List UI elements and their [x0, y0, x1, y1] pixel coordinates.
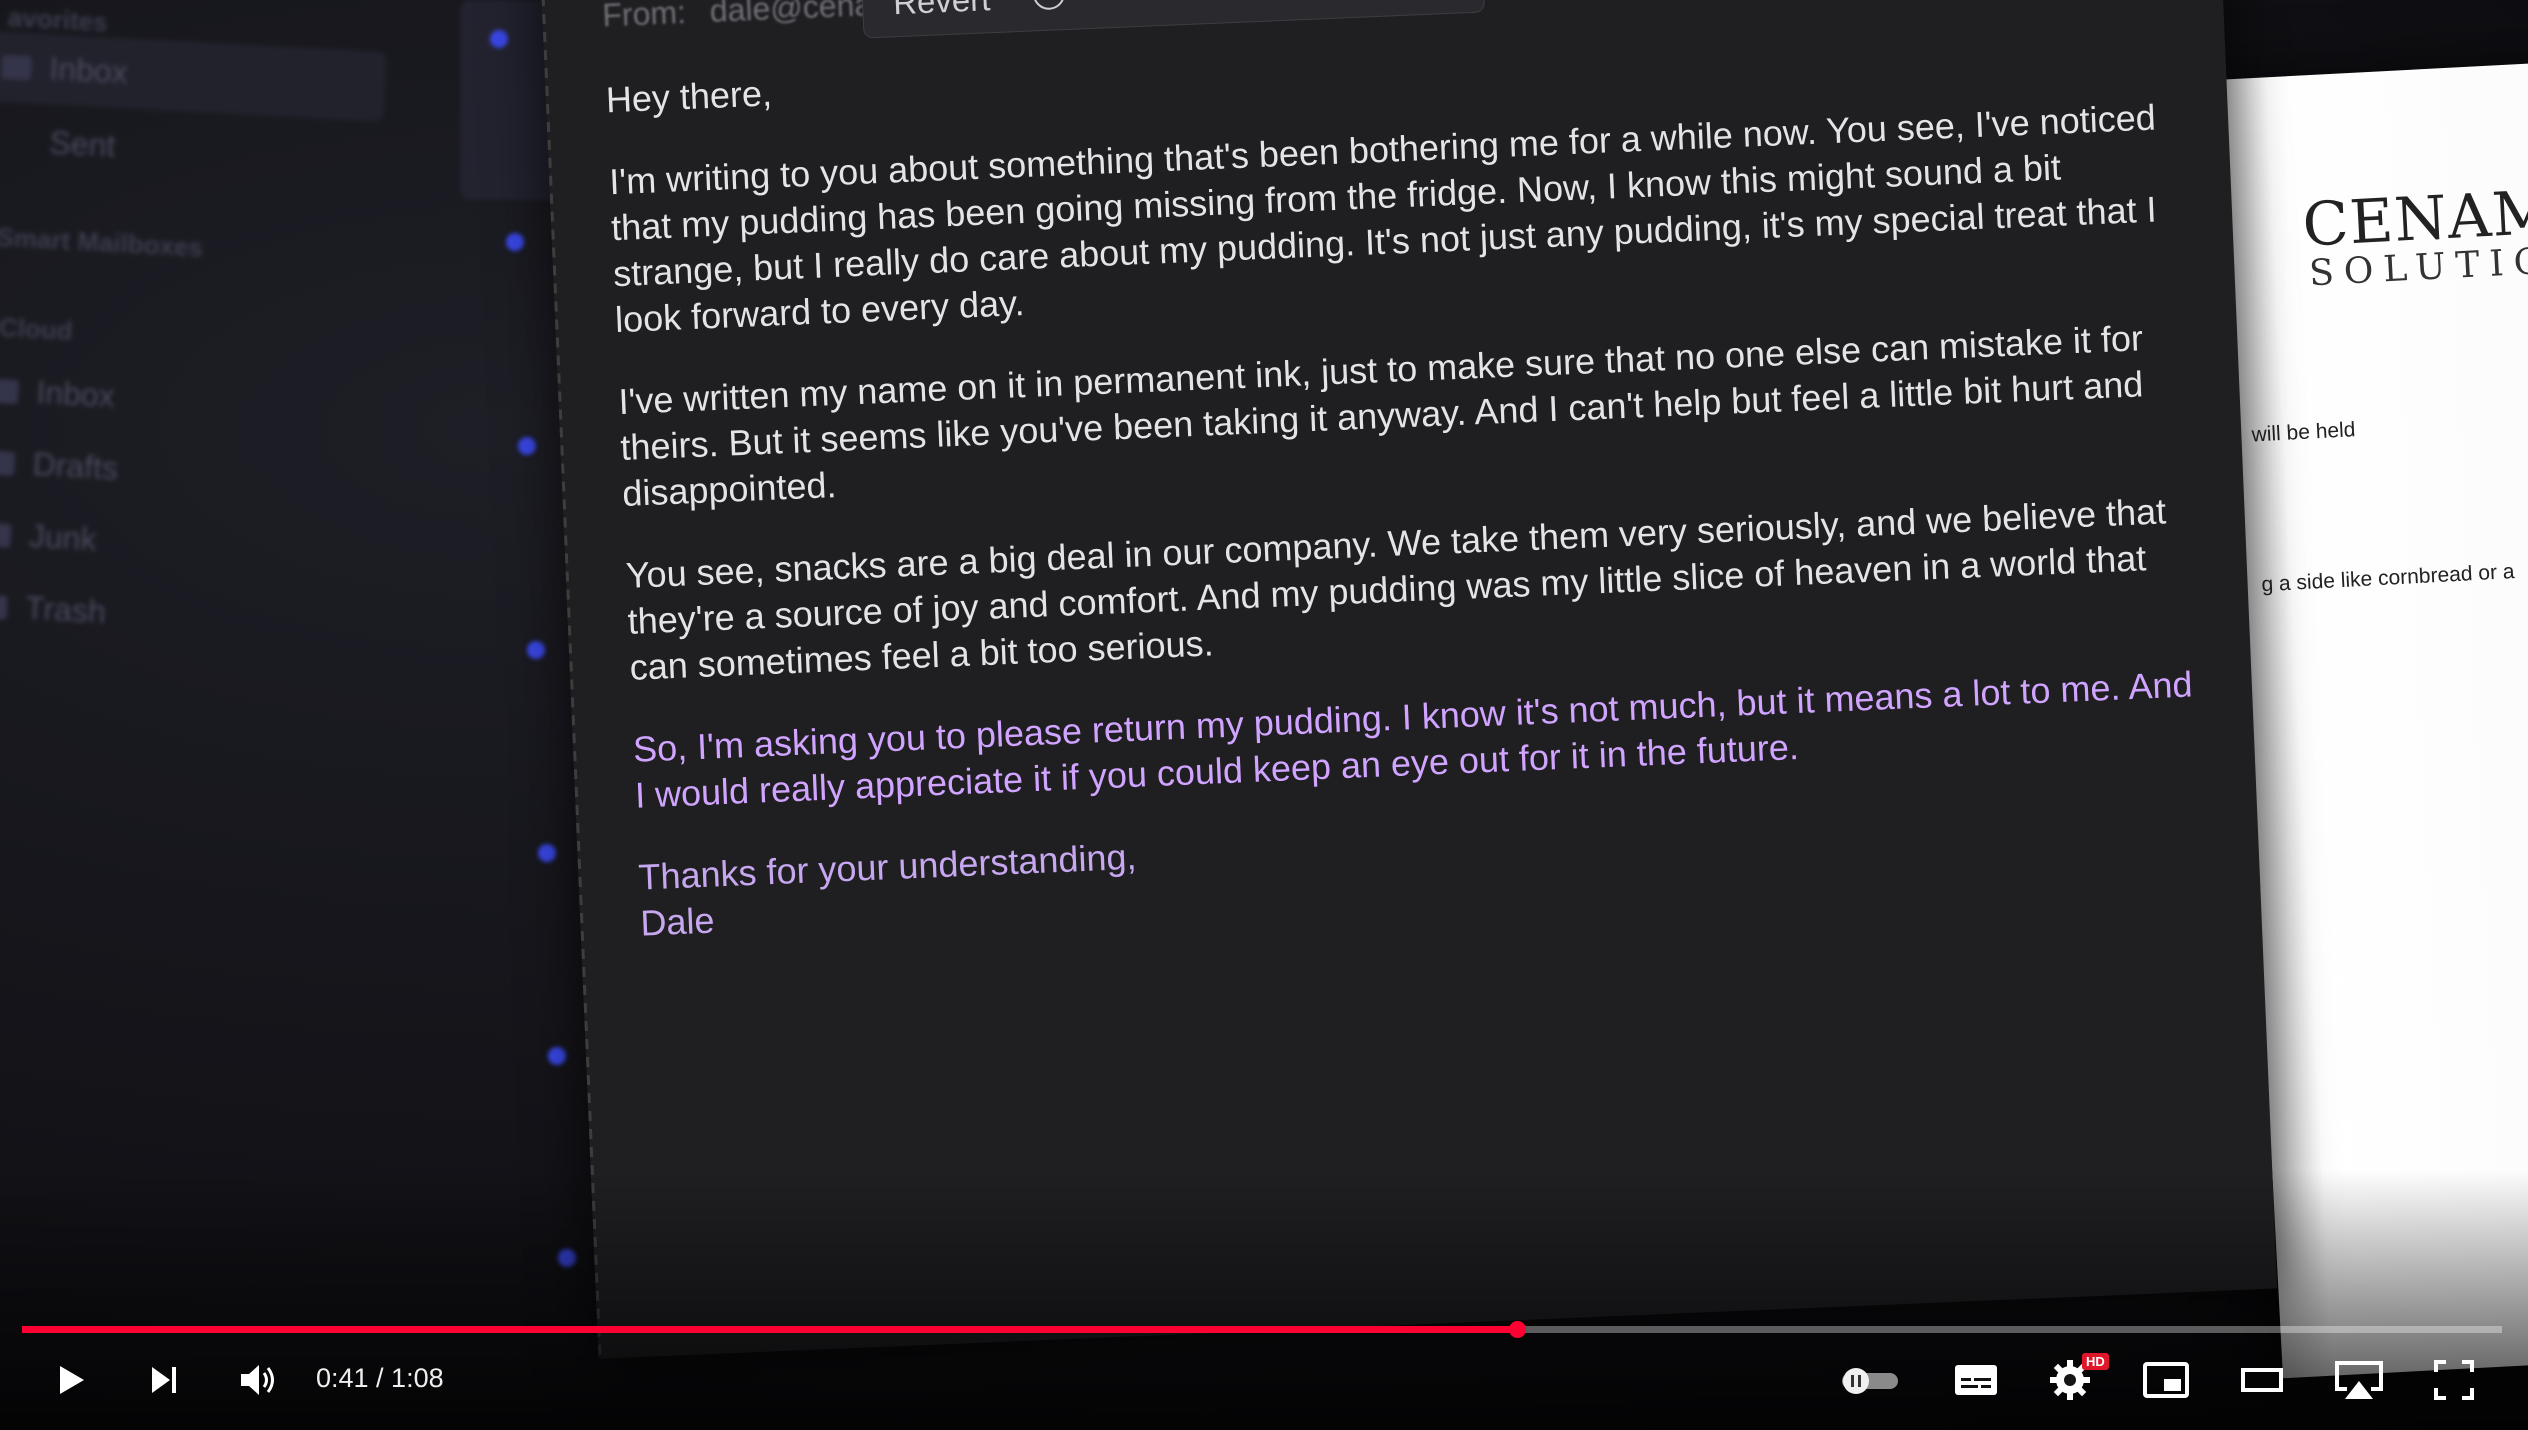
- progress-played: [22, 1326, 1518, 1333]
- sidebar-item-label: Sent: [48, 124, 117, 164]
- theater-mode-button[interactable]: [2232, 1345, 2292, 1415]
- trash-icon: [0, 593, 8, 620]
- play-icon: [60, 1366, 84, 1394]
- revert-button[interactable]: Revert: [892, 0, 991, 22]
- sidebar-item-drafts[interactable]: Drafts: [0, 443, 119, 487]
- sidebar-item-label: Junk: [28, 517, 98, 558]
- favorites-header: avorites: [7, 2, 109, 38]
- paperplane-icon: [1, 128, 32, 154]
- from-label: From:: [601, 0, 687, 34]
- unread-dot-icon: [506, 233, 524, 251]
- hd-badge: HD: [2082, 1353, 2109, 1370]
- unread-dot-icon: [518, 437, 536, 455]
- subtitles-icon: [1955, 1365, 1997, 1395]
- progress-bar[interactable]: [22, 1321, 2502, 1338]
- airplay-icon: [2335, 1361, 2383, 1399]
- volume-button[interactable]: [226, 1345, 290, 1415]
- volume-icon: [241, 1365, 274, 1395]
- autoplay-toggle[interactable]: [1832, 1345, 1906, 1415]
- fullscreen-button[interactable]: [2424, 1345, 2484, 1415]
- next-button[interactable]: [134, 1345, 194, 1415]
- sidebar-item-label: Trash: [24, 589, 107, 630]
- time-display: 0:41 / 1:08: [316, 1363, 444, 1393]
- unread-dot-icon: [548, 1047, 566, 1065]
- next-icon: [152, 1367, 176, 1393]
- unread-dot-icon: [538, 844, 556, 862]
- sidebar-item-label: Inbox: [48, 50, 129, 91]
- message-body[interactable]: Hey there, I'm writing to you about some…: [605, 11, 2222, 982]
- sidebar-item-label: Drafts: [31, 445, 119, 487]
- icloud-header: iCloud: [0, 311, 74, 346]
- sidebar-item-trash[interactable]: Trash: [0, 587, 107, 631]
- sidebar-item-favorites-inbox[interactable]: Inbox: [0, 48, 129, 92]
- miniplayer-icon: [2143, 1362, 2189, 1398]
- mail-sidebar: avorites Inbox Sent Smart Mailboxes iClo…: [0, 0, 429, 1362]
- from-field[interactable]: dale@cena: [709, 0, 873, 30]
- summary-icon[interactable]: [1032, 0, 1066, 11]
- junk-icon: [0, 521, 12, 548]
- writing-tools-popup: Revert: [860, 0, 1486, 39]
- theater-mode-icon: [2241, 1368, 2283, 1392]
- sidebar-item-label: Inbox: [35, 374, 116, 415]
- play-button[interactable]: [40, 1345, 100, 1415]
- subtitles-button[interactable]: [1946, 1345, 2006, 1415]
- document-text-line: g a side like cornbread or a: [2260, 560, 2516, 597]
- smart-mailboxes-header: Smart Mailboxes: [0, 221, 204, 263]
- sidebar-item-icloud-inbox[interactable]: Inbox: [0, 372, 116, 416]
- sidebar-item-sent[interactable]: Sent: [1, 122, 117, 165]
- video-frame: avorites Inbox Sent Smart Mailboxes iClo…: [0, 0, 2528, 1430]
- body-paragraph-3: You see, snacks are a big deal in our co…: [624, 490, 2167, 688]
- fullscreen-icon: [2434, 1360, 2474, 1400]
- compose-window[interactable]: From: dale@cena Revert Hey there, I'm wr…: [540, 0, 2278, 1359]
- document-text-line: will be held: [2251, 418, 2356, 447]
- unread-dot-icon: [527, 641, 545, 659]
- body-paragraph-1: I'm writing to you about something that'…: [608, 96, 2158, 341]
- sidebar-item-junk[interactable]: Junk: [0, 515, 97, 558]
- tray-icon: [0, 378, 20, 404]
- document-icon: [0, 449, 16, 476]
- autoplay-toggle-icon: [1842, 1368, 1898, 1394]
- tray-icon: [0, 54, 33, 80]
- unread-dot-icon: [490, 30, 508, 48]
- airplay-button[interactable]: [2326, 1345, 2392, 1415]
- body-paragraph-4: So, I'm asking you to please return my p…: [632, 663, 2194, 816]
- body-paragraph-2: I've written my name on it in permanent …: [617, 317, 2144, 514]
- player-controls: 0:41 / 1:08 HD: [0, 1345, 2528, 1420]
- miniplayer-button[interactable]: [2136, 1345, 2196, 1415]
- from-row: From: dale@cena: [602, 0, 873, 34]
